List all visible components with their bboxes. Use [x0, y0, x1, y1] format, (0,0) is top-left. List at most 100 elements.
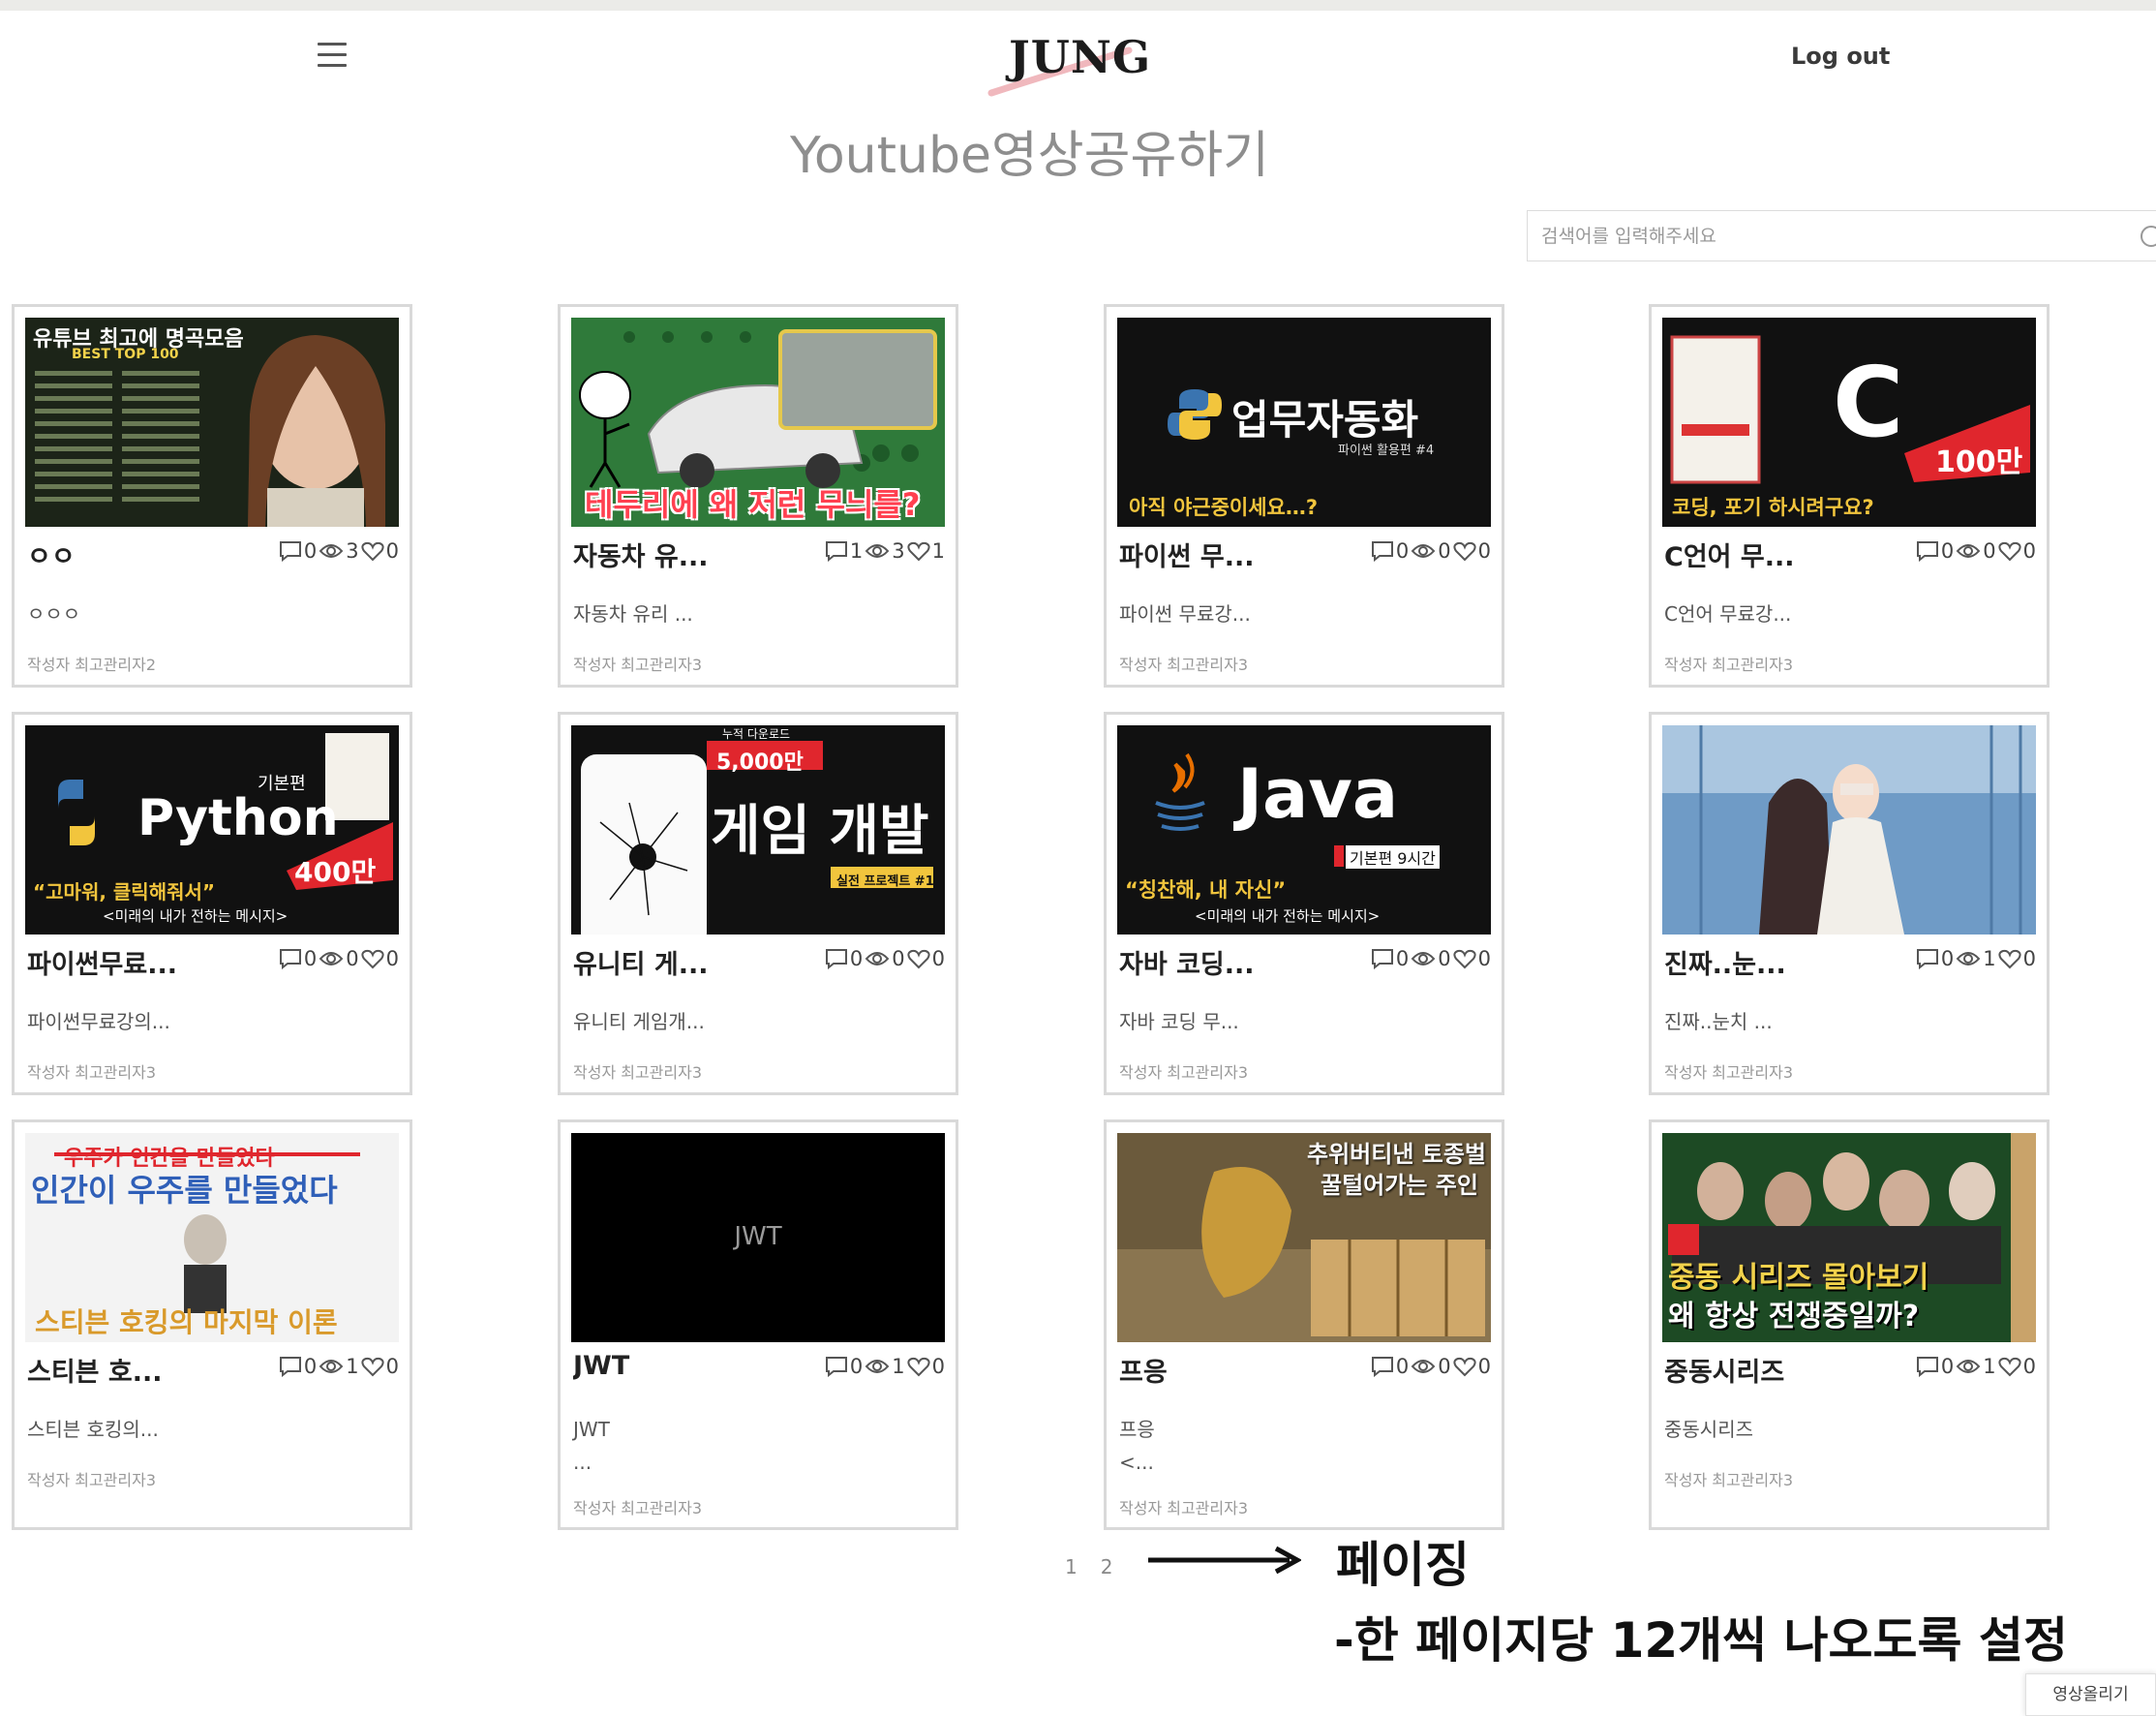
card-description: 유니티 게임개...	[573, 1010, 705, 1033]
thumbnail-badge: 5,000만	[716, 751, 804, 775]
video-thumbnail[interactable]: 유튜브 최고에 명곡모음 BEST TOP 100	[25, 318, 399, 527]
view-count: 0	[1438, 539, 1451, 563]
video-card[interactable]: 중동 시리즈 몰아보기 왜 항상 전쟁중일까? 중동시리즈 0 1 0 중동시리…	[1649, 1119, 2050, 1530]
video-card[interactable]: 업무자동화 파이썬 활용편 #4 아직 야근중이세요…? 파이썬 무... 0 …	[1104, 304, 1504, 688]
card-description: 파이썬무료강의...	[27, 1010, 170, 1033]
card-title[interactable]: 파이썬무료...	[27, 943, 235, 981]
page-link-1[interactable]: 1	[1065, 1555, 1078, 1578]
video-thumbnail[interactable]: Java 기본편 9시간 “칭찬해, 내 자신” <미래의 내가 전하는 메시지…	[1117, 725, 1491, 935]
comment-icon	[1371, 1357, 1393, 1377]
card-description: ㅇㅇㅇ	[27, 602, 81, 626]
comment-icon	[1371, 541, 1393, 562]
card-title[interactable]: JWT	[573, 1351, 781, 1381]
like-count: 0	[2022, 1355, 2036, 1378]
search-input[interactable]	[1528, 211, 2070, 260]
video-card[interactable]: 테두리에 왜 저런 무늬를? 자동차 유... 1 3 1 자동차 유리 ...…	[558, 304, 958, 688]
card-stats: 0 1 0	[277, 1355, 399, 1378]
heart-icon[interactable]	[907, 948, 930, 969]
heart-icon[interactable]	[1998, 540, 2021, 562]
heart-icon[interactable]	[907, 540, 930, 562]
card-stats: 0 1 0	[1914, 947, 2036, 970]
view-count: 0	[892, 947, 905, 970]
thumbnail-subline: <미래의 내가 전하는 메시지>	[1195, 907, 1381, 925]
card-title[interactable]: ㅇㅇ	[27, 536, 235, 573]
card-title[interactable]: 자동차 유...	[573, 536, 781, 573]
video-thumbnail[interactable]: Python 기본편 400만 “고마워, 클릭해줘서” <미래의 내가 전하는…	[25, 725, 399, 935]
video-thumbnail[interactable]: C 100만 코딩, 포기 하시려구요?	[1662, 318, 2036, 527]
video-card[interactable]: 추위버티낸 토종벌 꿀털어가는 주인 프응 0 0 0 프응 <... 작성자 …	[1104, 1119, 1504, 1530]
thumbnail-badge: 400만	[294, 856, 377, 888]
video-card[interactable]: C 100만 코딩, 포기 하시려구요? C언어 무... 0 0 0 C언어 …	[1649, 304, 2050, 688]
view-count: 1	[892, 1355, 905, 1378]
video-card[interactable]: 유튜브 최고에 명곡모음 BEST TOP 100 ㅇㅇ 0 3 0 ㅇㅇㅇ 작…	[12, 304, 412, 688]
thumbnail-caption: 스티븐 호킹의 마지막 이론	[35, 1306, 338, 1338]
card-stats: 0 1 0	[823, 1355, 945, 1378]
video-thumbnail[interactable]: 중동 시리즈 몰아보기 왜 항상 전쟁중일까?	[1662, 1133, 2036, 1342]
like-count: 0	[931, 947, 945, 970]
heart-icon[interactable]	[361, 540, 384, 562]
heart-icon[interactable]	[1453, 540, 1476, 562]
card-title[interactable]: 유니티 게...	[573, 943, 781, 981]
browser-top-strip	[0, 0, 2156, 11]
comment-icon	[279, 1357, 301, 1377]
card-stats: 0 3 0	[277, 539, 399, 563]
eye-icon	[865, 544, 890, 558]
card-title[interactable]: C언어 무...	[1664, 536, 1872, 573]
heart-icon[interactable]	[1998, 1356, 2021, 1377]
comment-icon	[825, 541, 847, 562]
video-thumbnail[interactable]: 업무자동화 파이썬 활용편 #4 아직 야근중이세요…?	[1117, 318, 1491, 527]
heart-icon[interactable]	[1453, 948, 1476, 969]
card-author: 작성자 최고관리자3	[1664, 1471, 1794, 1489]
eye-icon	[1411, 952, 1436, 965]
page-link-2[interactable]: 2	[1101, 1555, 1113, 1578]
hamburger-icon[interactable]	[318, 43, 347, 68]
heart-icon[interactable]	[907, 1356, 930, 1377]
thumbnail-subline: BEST TOP 100	[72, 347, 179, 362]
thumbnail-caption: 테두리에 왜 저런 무늬를?	[585, 486, 921, 523]
card-description: 진짜..눈치 ...	[1664, 1010, 1773, 1033]
like-count: 0	[2022, 947, 2036, 970]
video-thumbnail[interactable]: 테두리에 왜 저런 무늬를?	[571, 318, 945, 527]
video-card[interactable]: Python 기본편 400만 “고마워, 클릭해줘서” <미래의 내가 전하는…	[12, 712, 412, 1095]
video-thumbnail[interactable]	[1662, 725, 2036, 935]
view-count: 3	[892, 539, 905, 563]
card-title[interactable]: 프응	[1119, 1351, 1327, 1389]
thumbnail-subline: 꿀털어가는 주인	[1321, 1172, 1478, 1199]
video-card[interactable]: JWT JWT 0 1 0 JWT ... 작성자 최고관리자3	[558, 1119, 958, 1530]
card-author: 작성자 최고관리자3	[1119, 1499, 1249, 1517]
card-stats: 0 0 0	[823, 947, 945, 970]
card-stats: 1 3 1	[823, 539, 945, 563]
card-description: 자바 코딩 무...	[1119, 1010, 1239, 1033]
heart-icon[interactable]	[361, 948, 384, 969]
card-title[interactable]: 중동시리즈	[1664, 1351, 1872, 1389]
card-title[interactable]: 스티븐 호...	[27, 1351, 235, 1389]
video-card[interactable]: 진짜..눈... 0 1 0 진짜..눈치 ... 작성자 최고관리자3	[1649, 712, 2050, 1095]
card-author: 작성자 최고관리자3	[1664, 656, 1794, 674]
thumbnail-caption: 아직 야근중이세요…?	[1129, 496, 1319, 519]
card-title[interactable]: 자바 코딩...	[1119, 943, 1327, 981]
comment-icon	[1916, 1357, 1938, 1377]
video-thumbnail[interactable]: 5,000만 누적 다운로드 게임 개발 실전 프로젝트 #1	[571, 725, 945, 935]
comment-icon	[825, 1357, 847, 1377]
video-card[interactable]: 우주가 인간을 만들었다 인간이 우주를 만들었다 스티븐 호킹의 마지막 이론…	[12, 1119, 412, 1530]
comment-count: 0	[303, 539, 318, 563]
logout-button[interactable]: Log out	[1791, 43, 1890, 70]
card-title[interactable]: 진짜..눈...	[1664, 943, 1872, 981]
video-card[interactable]: 5,000만 누적 다운로드 게임 개발 실전 프로젝트 #1 유니티 게...…	[558, 712, 958, 1095]
logo[interactable]: JUNG	[978, 25, 1191, 103]
view-count: 1	[1983, 947, 1996, 970]
thumbnail-tag: 기본편	[258, 774, 306, 794]
view-count: 0	[1438, 1355, 1451, 1378]
video-thumbnail[interactable]: 추위버티낸 토종벌 꿀털어가는 주인	[1117, 1133, 1491, 1342]
video-thumbnail[interactable]: 우주가 인간을 만들었다 인간이 우주를 만들었다 스티븐 호킹의 마지막 이론	[25, 1133, 399, 1342]
thumbnail-headline: 게임 개발	[711, 800, 929, 863]
heart-icon[interactable]	[1453, 1356, 1476, 1377]
video-thumbnail[interactable]: JWT	[571, 1133, 945, 1342]
upload-video-button[interactable]: 영상올리기	[2025, 1673, 2156, 1716]
card-title[interactable]: 파이썬 무...	[1119, 536, 1327, 573]
heart-icon[interactable]	[1998, 948, 2021, 969]
heart-icon[interactable]	[361, 1356, 384, 1377]
video-card[interactable]: Java 기본편 9시간 “칭찬해, 내 자신” <미래의 내가 전하는 메시지…	[1104, 712, 1504, 1095]
comment-count: 0	[849, 947, 864, 970]
search-icon[interactable]	[2141, 226, 2156, 247]
